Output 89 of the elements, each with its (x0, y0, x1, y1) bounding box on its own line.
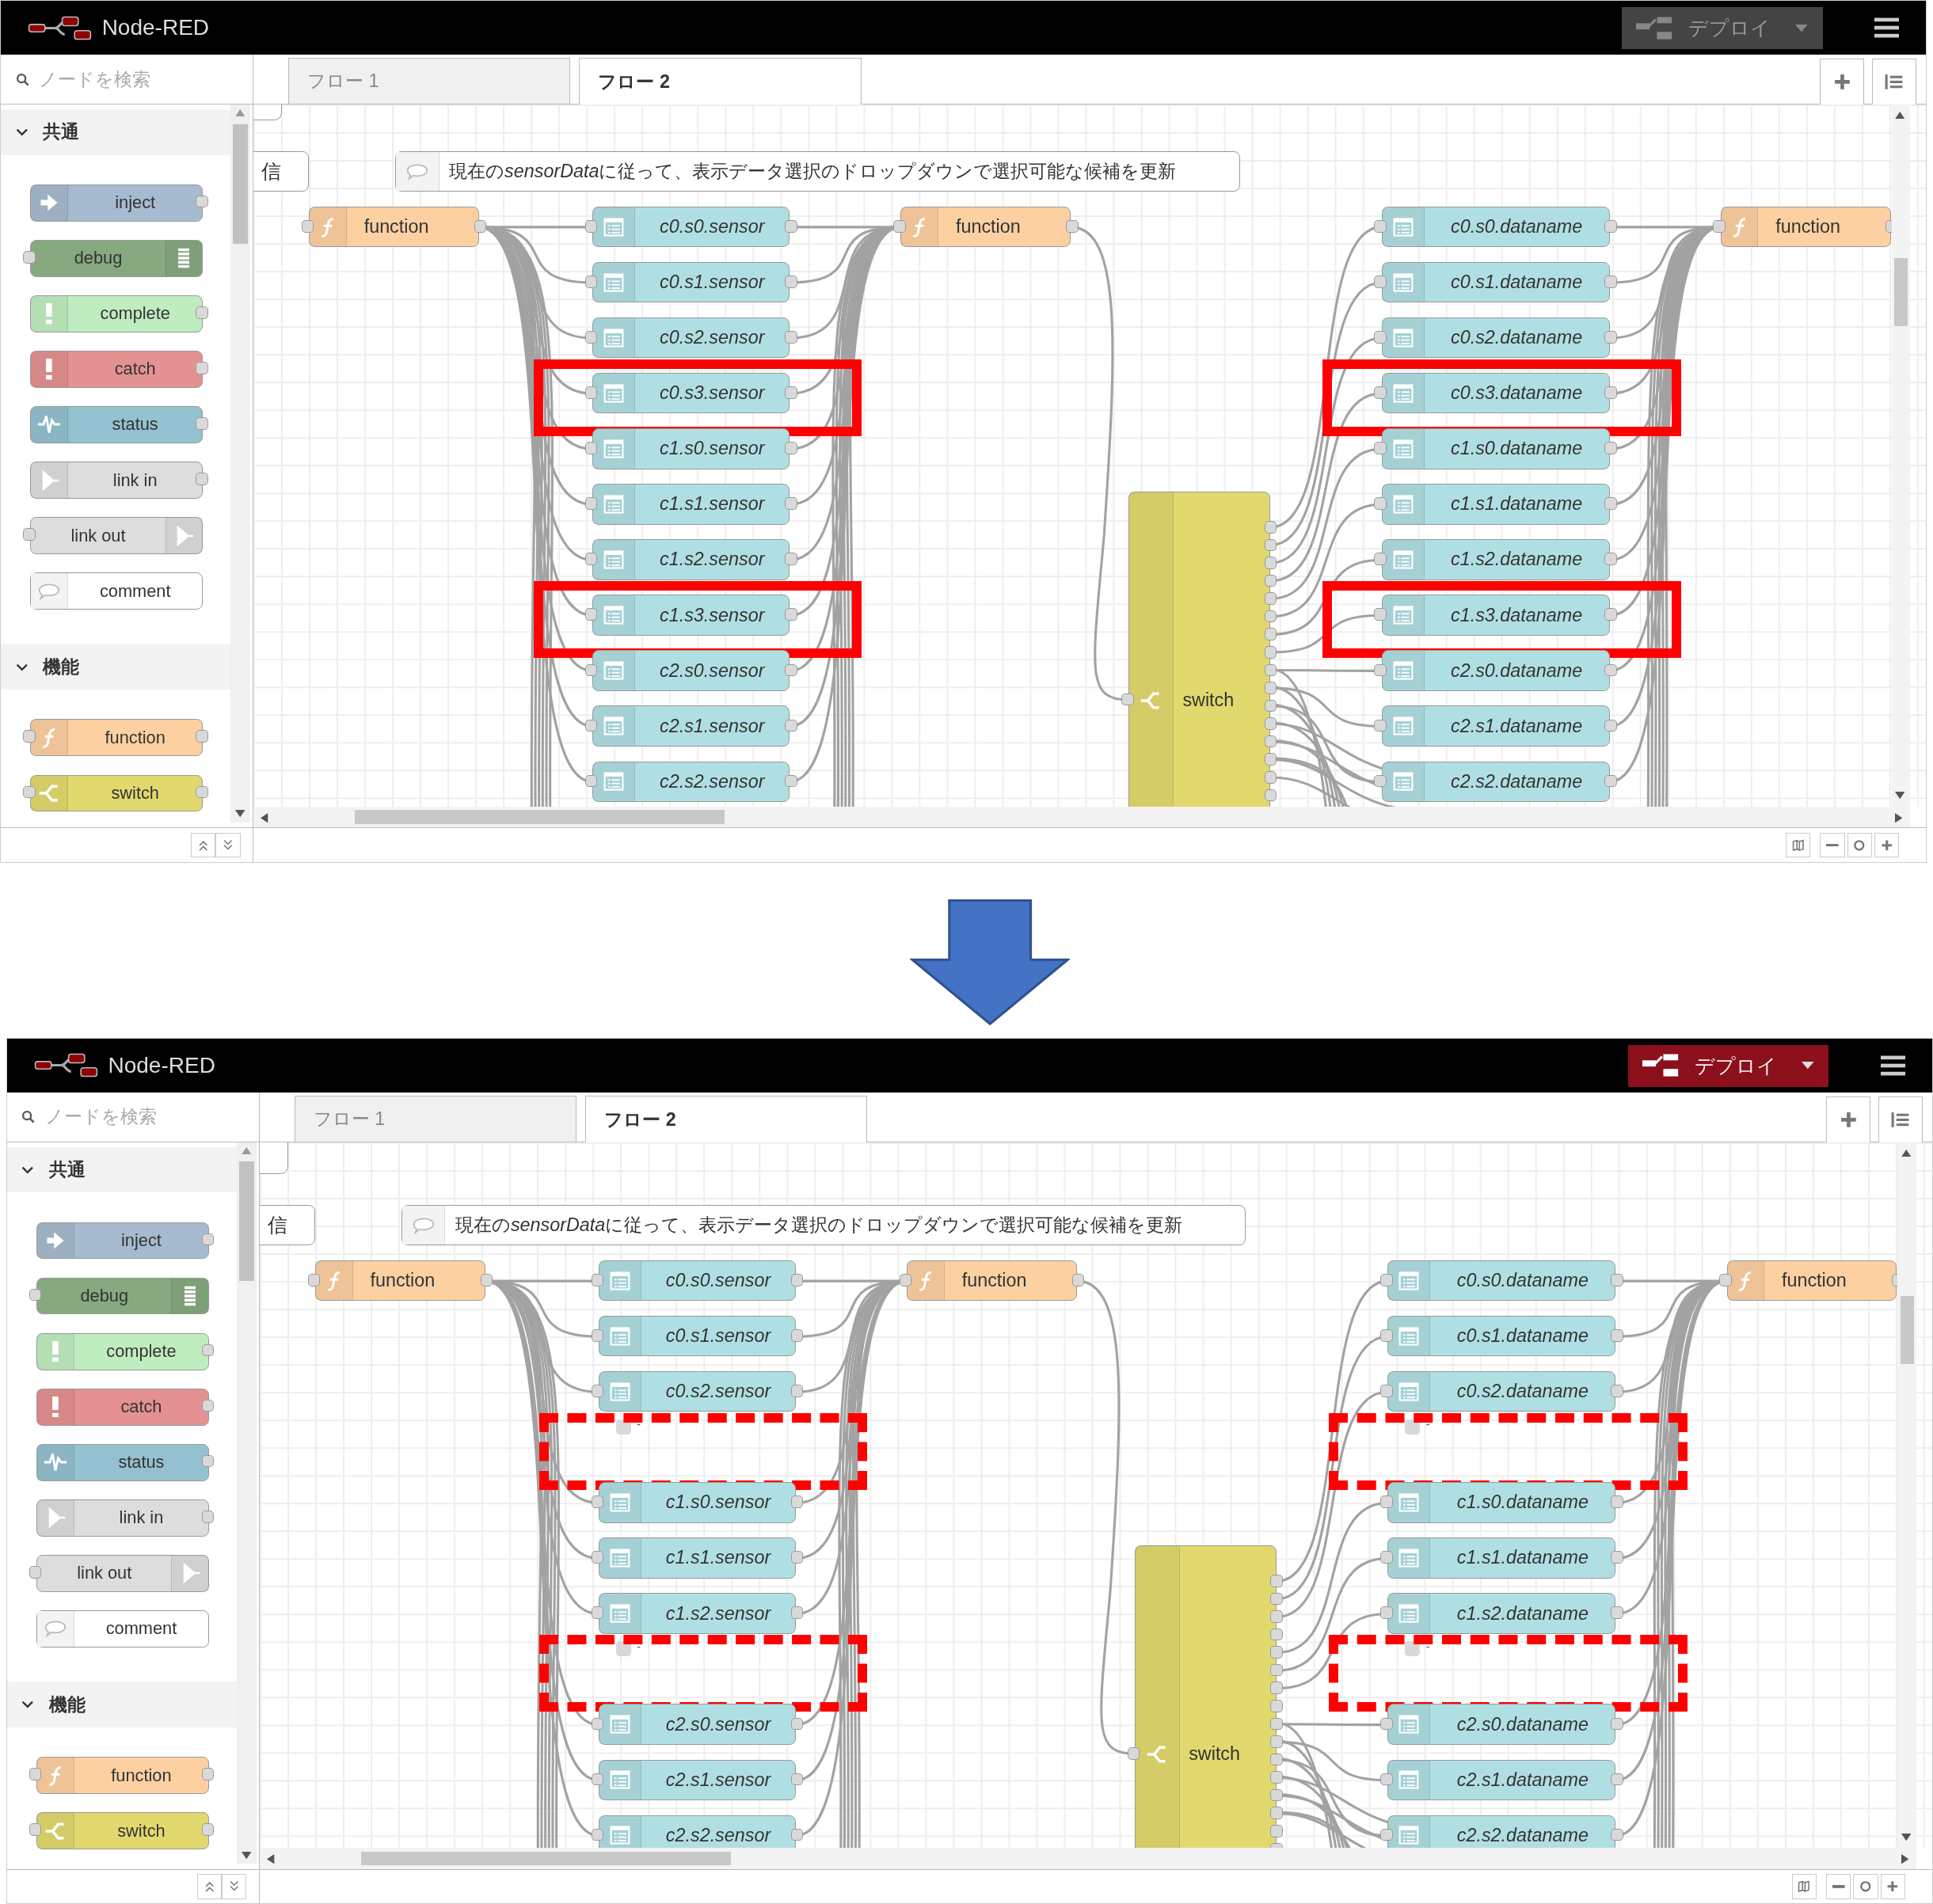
flow-node[interactable]: c1.s1.sensor (592, 484, 790, 525)
palette-node[interactable]: switch (30, 774, 204, 812)
palette-node[interactable]: switch (36, 1812, 210, 1850)
palette-node[interactable]: debug (30, 239, 204, 277)
flow-node[interactable]: c2.s2.dataname (1381, 761, 1610, 802)
palette-node[interactable]: catch (30, 351, 204, 388)
search-field[interactable]: ノードを検索 (42, 1104, 245, 1129)
flow-node[interactable]: c1.s0.dataname (1381, 428, 1610, 469)
flow-node[interactable]: c1.s3.sensor (592, 595, 790, 636)
node-label: - (637, 1418, 641, 1431)
flow-node[interactable]: c1.s1.dataname (1381, 484, 1610, 525)
palette-node[interactable]: function (36, 1757, 210, 1794)
app-title: Node-RED (108, 1053, 215, 1079)
flow-node[interactable]: c2.s0.dataname (1381, 650, 1610, 691)
flow-node[interactable]: c1.s1.dataname (1387, 1537, 1616, 1579)
flow-node[interactable]: c1.s0.sensor (592, 428, 790, 469)
flow-node[interactable]: c1.s3.dataname (1381, 595, 1610, 636)
flow-node[interactable]: function (900, 206, 1071, 248)
palette-node[interactable]: link in (36, 1499, 210, 1537)
comment-node[interactable]: 現在のsensorDataに従って、表示データ選択のドロップダウンで選択可能な候補を更新 (401, 1204, 1246, 1246)
palette-node[interactable]: link out (36, 1555, 210, 1592)
flow-node[interactable]: c1.s2.dataname (1381, 539, 1610, 580)
flow-node[interactable]: c0.s1.dataname (1381, 262, 1610, 303)
flow-node[interactable]: c2.s1.sensor (592, 705, 790, 747)
flow-node[interactable]: 信 (259, 1204, 315, 1246)
palette-node[interactable]: link in (30, 462, 204, 499)
palette-node[interactable]: comment (30, 572, 204, 610)
flow-node[interactable]: c1.s0.dataname (1387, 1482, 1616, 1523)
flow-node[interactable]: c2.s0.sensor (592, 650, 790, 691)
flow-node[interactable]: 信 (253, 150, 310, 192)
switch-node[interactable]: switch (1128, 491, 1271, 807)
flow-tab[interactable]: フロー 2 (579, 58, 862, 105)
comment-text: 現在のsensorDataに従って、表示データ選択のドロップダウンで選択可能な候補を更新 (454, 1214, 1183, 1237)
palette-node[interactable]: status (30, 406, 204, 443)
flow-node[interactable]: c0.s2.dataname (1381, 317, 1610, 359)
flow-node[interactable]: c2.s2.sensor (599, 1815, 797, 1849)
flow-node[interactable]: function (314, 1260, 485, 1302)
palette-node[interactable]: catch (36, 1388, 210, 1426)
flow-node[interactable]: c2.s1.sensor (599, 1759, 797, 1800)
flow-node[interactable]: c2.s2.dataname (1387, 1815, 1616, 1849)
flow-node[interactable]: c0.s0.dataname (1387, 1260, 1616, 1302)
flow-node[interactable]: c0.s1.dataname (1387, 1316, 1616, 1357)
palette-node[interactable]: complete (36, 1332, 210, 1370)
flow-node[interactable]: c0.s2.dataname (1387, 1371, 1616, 1412)
flow-node[interactable]: c0.s2.sensor (592, 317, 790, 359)
palette-node[interactable]: function (30, 719, 204, 757)
flow-node[interactable]: c1.s2.dataname (1387, 1593, 1616, 1634)
deploy-button[interactable]: デプロイ (1627, 1044, 1829, 1087)
flow-node[interactable]: c1.s1.sensor (599, 1537, 797, 1579)
flow-node[interactable]: c0.s0.sensor (592, 206, 790, 248)
search-field[interactable]: ノードを検索 (36, 67, 239, 92)
palette-node[interactable]: status (36, 1443, 210, 1481)
palette-node[interactable]: inject (30, 184, 204, 222)
category-header[interactable]: 共通 (1, 108, 231, 155)
palette-node[interactable]: debug (36, 1277, 210, 1315)
node-label: - (1425, 1640, 1430, 1653)
flow-node[interactable]: c0.s2.sensor (599, 1371, 797, 1412)
flow-node[interactable]: c2.s1.dataname (1387, 1759, 1616, 1800)
category-header[interactable]: 共通 (6, 1146, 237, 1193)
flow-node[interactable]: c0.s0.sensor (599, 1260, 797, 1302)
flow-node[interactable]: function (1720, 206, 1891, 248)
flow-node[interactable]: c1.s0.sensor (599, 1482, 797, 1523)
palette-node[interactable]: complete (30, 295, 204, 333)
palette-node[interactable]: link out (30, 517, 204, 554)
flow-node[interactable]: c1.s2.sensor (599, 1593, 797, 1634)
flow-node[interactable]: c2.s0.sensor (599, 1704, 797, 1745)
flow-tab[interactable]: フロー 2 (584, 1095, 868, 1143)
category-header[interactable]: 機能 (6, 1682, 237, 1727)
flow-node[interactable]: function (907, 1260, 1078, 1302)
node-label: - (1425, 1418, 1430, 1431)
app-title: Node-RED (101, 15, 210, 41)
flow-node[interactable]: c0.s1.sensor (599, 1316, 797, 1357)
flow-node[interactable]: c1.s2.sensor (592, 539, 790, 580)
flow-node[interactable]: function (1726, 1260, 1897, 1302)
category-header[interactable]: 機能 (1, 644, 231, 690)
node-label: - (637, 1640, 641, 1653)
palette-node[interactable]: comment (36, 1610, 210, 1647)
comment-text: 現在のsensorDataに従って、表示データ選択のドロップダウンで選択可能な候補を更新 (448, 160, 1177, 184)
switch-node[interactable]: switch (1135, 1545, 1277, 1849)
flow-node[interactable]: c0.s3.dataname (1381, 373, 1610, 414)
flow-node[interactable]: c2.s2.sensor (592, 761, 790, 802)
flow-node[interactable]: c0.s3.sensor (592, 373, 790, 414)
flow-node[interactable]: function (309, 206, 479, 248)
flow-node[interactable]: c0.s1.sensor (592, 262, 790, 303)
palette-node[interactable]: inject (36, 1222, 210, 1260)
flow-node[interactable]: c0.s0.dataname (1381, 206, 1610, 248)
comment-node[interactable]: 現在のsensorDataに従って、表示データ選択のドロップダウンで選択可能な候補を更新 (395, 150, 1240, 192)
flow-node[interactable]: c2.s1.dataname (1381, 705, 1610, 747)
flow-node[interactable]: c2.s0.dataname (1387, 1704, 1616, 1745)
